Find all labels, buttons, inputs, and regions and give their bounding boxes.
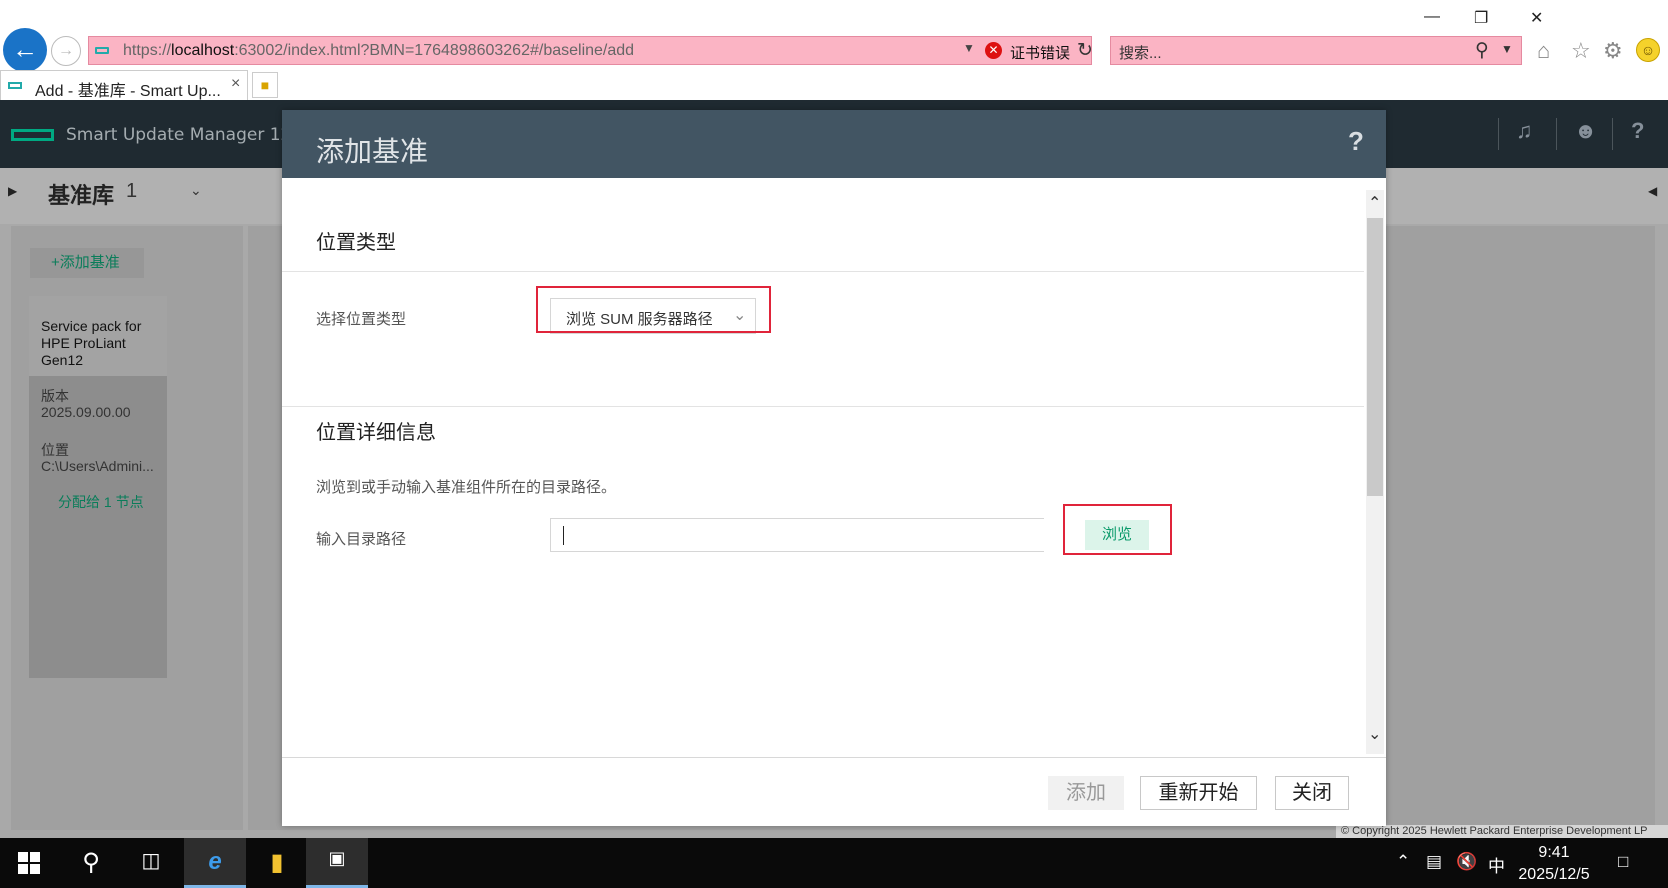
address-bar[interactable]: https://localhost:63002/index.html?BMN=1… [88, 36, 1093, 65]
page-icon [95, 47, 109, 54]
user-icon[interactable]: ☻ [1574, 118, 1597, 144]
location-description: 浏览到或手动输入基准组件所在的目录路径。 [316, 479, 617, 496]
expand-left-icon[interactable]: ▶ [8, 184, 17, 198]
refresh-icon[interactable]: ↻ [1077, 39, 1093, 62]
scroll-thumb[interactable] [1367, 218, 1383, 496]
search-dropdown-icon[interactable]: ▼ [1501, 42, 1513, 56]
forward-arrow-icon[interactable]: → [51, 36, 81, 66]
directory-path-input[interactable] [550, 518, 1044, 552]
dialog-title: 添加基准 [316, 136, 429, 167]
smiley-icon[interactable]: ☺ [1636, 38, 1660, 62]
tray-chevron-icon[interactable]: ⌃ [1396, 852, 1410, 872]
location-value: C:\Users\Admini... [41, 458, 154, 474]
chevron-down-icon[interactable]: ⌄ [190, 182, 202, 199]
page-icon [8, 82, 22, 89]
close-button[interactable]: 关闭 [1275, 776, 1349, 810]
highlight-box-select [536, 286, 771, 333]
search-placeholder: 搜索... [1119, 45, 1162, 62]
taskbar: ⚲ ◫ e ▮ ▣ ⌃ ▤ 🔇 中 9:41 2025/12/5 □ [0, 838, 1668, 888]
highlight-box-browse [1063, 504, 1172, 555]
subheader-title: 基准库 [48, 183, 115, 208]
volume-muted-icon[interactable]: 🔇 [1456, 852, 1477, 872]
add-button[interactable]: 添加 [1048, 776, 1124, 810]
home-icon[interactable]: ⌂ [1537, 38, 1550, 64]
reset-button[interactable]: 重新开始 [1140, 776, 1257, 810]
address-dropdown-icon[interactable]: ▼ [963, 41, 975, 55]
restore-button[interactable]: ❐ [1474, 8, 1488, 28]
scroll-down-icon[interactable]: ⌄ [1368, 724, 1381, 744]
url-text: https://localhost:63002/index.html?BMN=1… [123, 42, 635, 59]
scroll-up-icon[interactable]: ⌃ [1368, 193, 1381, 213]
assign-link[interactable]: 分配给 1 节点 [58, 494, 154, 511]
search-icon[interactable]: ⚲ [1475, 39, 1489, 62]
dialog-header: 添加基准 ? [282, 110, 1386, 178]
close-window-button[interactable]: ✕ [1530, 8, 1543, 28]
add-baseline-dialog: 添加基准 ? 位置类型 选择位置类型 浏览 SUM 服务器路径 ⌄ 位置详细信息… [282, 110, 1386, 826]
tab-close-icon[interactable]: × [231, 75, 240, 93]
section-location-details: 位置详细信息 [316, 422, 436, 444]
text-cursor [563, 526, 564, 545]
ime-indicator[interactable]: 中 [1488, 852, 1505, 877]
copyright: © Copyright 2025 Hewlett Packard Enterpr… [1336, 825, 1668, 838]
bell-icon[interactable]: ♫ [1516, 118, 1533, 144]
help-icon[interactable]: ? [1348, 126, 1364, 157]
version-value: 2025.09.00.00 [41, 404, 131, 420]
new-tab-button[interactable]: ■ [252, 72, 278, 98]
network-icon[interactable]: ▤ [1426, 852, 1442, 872]
select-location-type-label: 选择位置类型 [316, 311, 407, 328]
baseline-name: Service pack for HPE ProLiant Gen12 [29, 296, 167, 376]
tab-title: Add - 基准库 - Smart Up... [35, 83, 221, 100]
task-view-icon[interactable]: ◫ [120, 838, 182, 888]
hpe-logo [11, 129, 54, 141]
windows-start-icon[interactable] [18, 852, 40, 874]
settings-gear-icon[interactable]: ⚙ [1603, 38, 1623, 64]
favorites-star-icon[interactable]: ☆ [1571, 38, 1591, 64]
clock-time: 9:41 [1538, 844, 1570, 861]
cert-error-icon[interactable]: ✕ [985, 42, 1002, 59]
section-location-type: 位置类型 [316, 232, 396, 254]
expand-right-icon[interactable]: ◀ [1648, 184, 1657, 198]
location-label: 位置 [41, 442, 69, 458]
dialog-scrollbar[interactable]: ⌃ ⌄ [1366, 190, 1384, 754]
search-box[interactable]: 搜索... ⚲ ▼ [1110, 36, 1522, 65]
subheader-count: 1 [126, 180, 138, 202]
search-taskbar-icon[interactable]: ⚲ [60, 838, 122, 888]
ie-icon[interactable]: e [184, 838, 246, 888]
add-baseline-button[interactable]: +添加基准 [30, 248, 144, 278]
browser-tab[interactable]: Add - 基准库 - Smart Up... × [0, 70, 248, 100]
directory-path-label: 输入目录路径 [316, 531, 407, 548]
clock[interactable]: 9:41 2025/12/5 [1514, 842, 1594, 886]
notifications-icon[interactable]: □ [1618, 852, 1628, 872]
cert-error-label[interactable]: 证书错误 [1010, 42, 1070, 63]
minimize-button[interactable]: — [1424, 8, 1440, 26]
cmd-icon[interactable]: ▣ [306, 838, 368, 888]
baseline-card[interactable]: Service pack for HPE ProLiant Gen12 版本 2… [29, 296, 167, 678]
file-explorer-icon[interactable]: ▮ [246, 838, 308, 888]
version-label: 版本 [41, 388, 69, 404]
app-title: Smart Update Manager 12.3. [66, 125, 313, 145]
back-arrow-icon[interactable]: ← [3, 28, 47, 72]
clock-date: 2025/12/5 [1518, 866, 1590, 883]
browser-chrome: — ❐ ✕ ← → https://localhost:63002/index.… [0, 0, 1668, 100]
help-icon[interactable]: ? [1631, 118, 1644, 144]
